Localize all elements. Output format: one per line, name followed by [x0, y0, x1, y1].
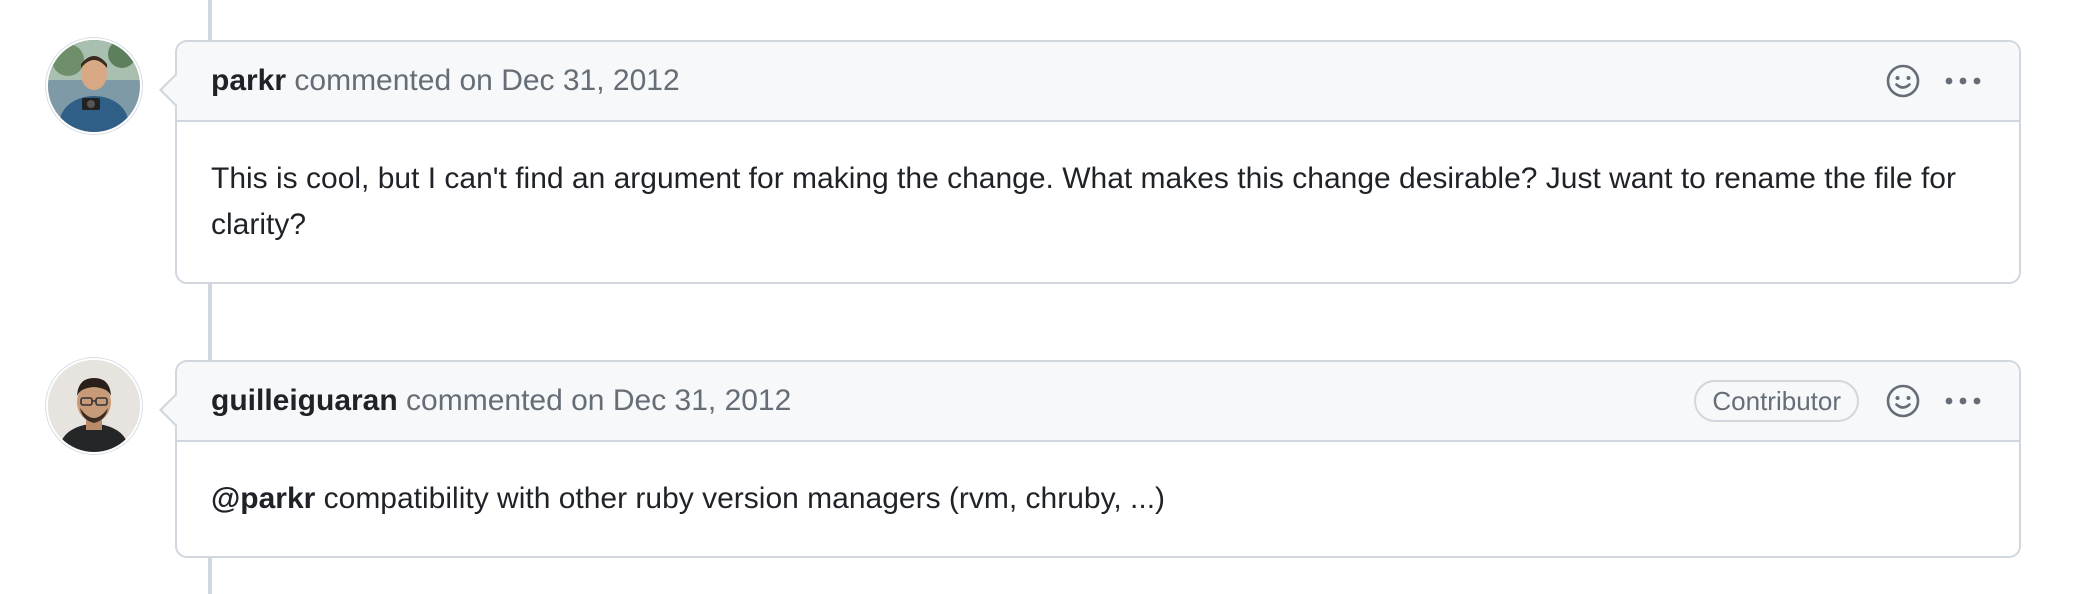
smiley-icon[interactable]	[1885, 63, 1921, 99]
contributor-badge: Contributor	[1694, 380, 1859, 422]
kebab-horizontal-icon[interactable]	[1943, 75, 1983, 87]
kebab-horizontal-icon[interactable]	[1943, 395, 1983, 407]
user-mention-link[interactable]: @parkr	[211, 482, 315, 515]
comment-header: parkr commented on Dec 31, 2012	[159, 42, 2019, 122]
comment-timestamp-link[interactable]: Dec 31, 2012	[613, 384, 791, 417]
comment-body: @parkr compatibility with other ruby ver…	[177, 442, 2019, 556]
avatar-parkr[interactable]	[48, 40, 140, 132]
comment-box: parkr commented on Dec 31, 2012 This is …	[159, 40, 2021, 284]
comment-author-link[interactable]: parkr	[211, 64, 286, 97]
comment-meta: parkr commented on Dec 31, 2012	[211, 64, 680, 98]
smiley-icon[interactable]	[1885, 383, 1921, 419]
avatar-guilleiguaran[interactable]	[48, 360, 140, 452]
comment-meta: guilleiguaran commented on Dec 31, 2012	[211, 384, 791, 418]
comment-body: This is cool, but I can't find an argume…	[177, 122, 2019, 282]
avatar-image	[48, 40, 140, 132]
comment-actions: Contributor	[1694, 380, 1983, 422]
comment-actions	[1885, 63, 1983, 99]
comment-body-text: compatibility with other ruby version ma…	[315, 482, 1166, 515]
comment-header: guilleiguaran commented on Dec 31, 2012 …	[159, 362, 2019, 442]
comment-body-text: This is cool, but I can't find an argume…	[211, 162, 1956, 241]
comment-action: commented on	[406, 384, 605, 417]
comment-author-link[interactable]: guilleiguaran	[211, 384, 398, 417]
comment-timestamp-link[interactable]: Dec 31, 2012	[501, 64, 679, 97]
comment-box: guilleiguaran commented on Dec 31, 2012 …	[159, 360, 2021, 558]
comment-timeline: parkr commented on Dec 31, 2012 This is …	[0, 0, 2076, 594]
avatar-image	[48, 360, 140, 452]
comment-action: commented on	[294, 64, 493, 97]
